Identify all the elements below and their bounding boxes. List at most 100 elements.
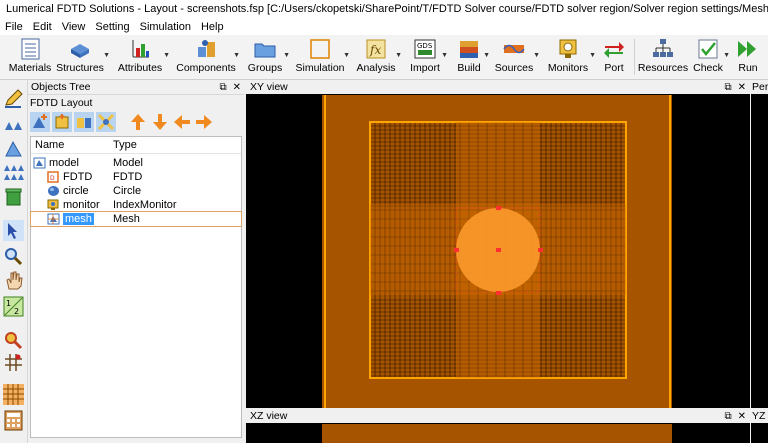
- groups-button[interactable]: Groups ▼: [248, 37, 290, 77]
- xz-close-icon[interactable]: ✕: [738, 411, 746, 422]
- check-button[interactable]: Check ▼: [693, 37, 730, 77]
- svg-text:2: 2: [14, 307, 19, 316]
- structures-button[interactable]: Structures ▼: [56, 37, 110, 77]
- xy-close-icon[interactable]: ✕: [738, 82, 746, 93]
- view-mode-1-button[interactable]: [3, 114, 24, 135]
- tree-row-circle[interactable]: circle Circle: [31, 184, 241, 198]
- add-object-button[interactable]: [30, 112, 50, 132]
- delete-button[interactable]: [3, 186, 24, 207]
- tree-row-model[interactable]: model Model: [31, 156, 241, 170]
- menu-view[interactable]: View: [57, 21, 91, 33]
- menu-simulation[interactable]: Simulation: [135, 21, 196, 33]
- build-dropdown-icon[interactable]: ▼: [483, 52, 490, 59]
- tree-row-fdtd[interactable]: D FDTD FDTD: [31, 170, 241, 184]
- attributes-dropdown-icon[interactable]: ▼: [163, 52, 170, 59]
- simulation-dropdown-icon[interactable]: ▼: [343, 52, 350, 59]
- monitors-dropdown-icon[interactable]: ▼: [589, 52, 596, 59]
- type-column-header[interactable]: Type: [113, 139, 137, 151]
- xz-float-icon[interactable]: ⧉: [724, 411, 731, 422]
- circle-shape-icon: [48, 186, 59, 196]
- xy-view-panel[interactable]: XY view ⧉ ✕: [246, 80, 750, 408]
- components-button[interactable]: Components ▼: [176, 37, 240, 77]
- menu-help[interactable]: Help: [196, 21, 229, 33]
- structures-dropdown-icon[interactable]: ▼: [103, 52, 110, 59]
- handle-right[interactable]: [538, 248, 543, 252]
- edit-tool-button[interactable]: [3, 88, 24, 109]
- menu-file[interactable]: File: [0, 21, 28, 33]
- perspective-view-panel[interactable]: Pers: [751, 80, 768, 408]
- yz-view-panel[interactable]: YZ: [751, 409, 768, 443]
- handle-left[interactable]: [454, 248, 459, 252]
- main-toolbar: Materials Structures ▼ Attributes ▼ Comp…: [0, 35, 768, 80]
- components-dropdown-icon[interactable]: ▼: [233, 52, 240, 59]
- mesh-override-icon: [47, 213, 60, 225]
- tree-row-mesh[interactable]: mesh Mesh: [30, 211, 242, 227]
- move-right-button[interactable]: [194, 112, 214, 132]
- tree-row-monitor[interactable]: monitor IndexMonitor: [31, 198, 241, 212]
- move-left-button[interactable]: [172, 112, 192, 132]
- resources-button[interactable]: Resources: [638, 37, 688, 77]
- handle-center[interactable]: [496, 248, 501, 252]
- view-mode-3-button[interactable]: [3, 162, 24, 183]
- group-button[interactable]: [52, 112, 72, 132]
- sources-dropdown-icon[interactable]: ▼: [533, 52, 540, 59]
- view-mode-2-button[interactable]: [3, 138, 24, 159]
- import-button[interactable]: GDS Import ▼: [410, 37, 448, 77]
- analysis-dropdown-icon[interactable]: ▼: [395, 52, 402, 59]
- grid-tool-button[interactable]: [3, 352, 24, 373]
- analysis-button[interactable]: fx Analysis ▼: [356, 37, 402, 77]
- select-tool-button[interactable]: [3, 220, 24, 241]
- monitors-button[interactable]: Monitors ▼: [548, 37, 596, 77]
- calculator-button[interactable]: [3, 410, 24, 431]
- simulation-button[interactable]: Simulation ▼: [295, 37, 350, 77]
- triangles-small-icon: [5, 122, 22, 130]
- mesh-view-button[interactable]: [3, 384, 24, 405]
- port-button[interactable]: Port: [602, 37, 626, 77]
- yz-view-header: YZ: [751, 409, 768, 423]
- build-button[interactable]: Build ▼: [456, 37, 490, 77]
- handle-top[interactable]: [496, 206, 501, 210]
- arrow-up-icon: [131, 114, 145, 130]
- left-tool-strip: 12: [0, 80, 28, 443]
- zoom-tool-button[interactable]: [3, 246, 24, 267]
- name-column-header[interactable]: Name: [35, 139, 113, 151]
- scatter-button[interactable]: [96, 112, 116, 132]
- groups-icon: [254, 43, 276, 58]
- zoom-extent-button[interactable]: [3, 330, 24, 351]
- import-dropdown-icon[interactable]: ▼: [441, 52, 448, 59]
- xy-view-canvas[interactable]: [246, 95, 750, 408]
- triangle-grid-icon: [4, 165, 24, 180]
- xy-float-icon[interactable]: ⧉: [724, 82, 731, 93]
- sources-button[interactable]: Sources ▼: [495, 37, 540, 77]
- check-dropdown-icon[interactable]: ▼: [723, 52, 730, 59]
- window-title: Lumerical FDTD Solutions - Layout - scre…: [6, 3, 768, 15]
- ungroup-button[interactable]: [74, 112, 94, 132]
- close-panel-icon[interactable]: ✕: [233, 82, 241, 93]
- objects-tree[interactable]: Name Type model Model D FDTD FDTD circle…: [30, 136, 242, 438]
- calculator-icon: [4, 410, 23, 431]
- handle-bottom[interactable]: [496, 291, 501, 295]
- port-icon: [604, 42, 624, 58]
- analysis-icon: fx: [366, 39, 386, 59]
- arrow-down-icon: [153, 114, 167, 130]
- menu-setting[interactable]: Setting: [90, 21, 134, 33]
- groups-dropdown-icon[interactable]: ▼: [283, 52, 290, 59]
- resources-icon: [653, 39, 673, 57]
- xz-view-title: XZ view: [250, 410, 288, 422]
- run-button[interactable]: Run: [736, 37, 760, 77]
- model-icon: [33, 157, 46, 169]
- toolbar-separator: [634, 39, 635, 75]
- move-down-button[interactable]: [150, 112, 170, 132]
- run-icon: [738, 41, 756, 57]
- tree-header-row: Name Type: [31, 137, 241, 154]
- menu-edit[interactable]: Edit: [28, 21, 57, 33]
- float-panel-icon[interactable]: ⧉: [219, 82, 226, 93]
- trash-icon: [5, 188, 22, 206]
- move-up-button[interactable]: [128, 112, 148, 132]
- ruler-tool-button[interactable]: 12: [3, 296, 24, 317]
- xz-view-panel[interactable]: XZ view ⧉ ✕: [246, 409, 750, 443]
- materials-button[interactable]: Materials: [9, 37, 51, 77]
- monitors-icon: [559, 39, 577, 58]
- pan-tool-button[interactable]: [3, 270, 24, 291]
- attributes-button[interactable]: Attributes ▼: [118, 37, 170, 77]
